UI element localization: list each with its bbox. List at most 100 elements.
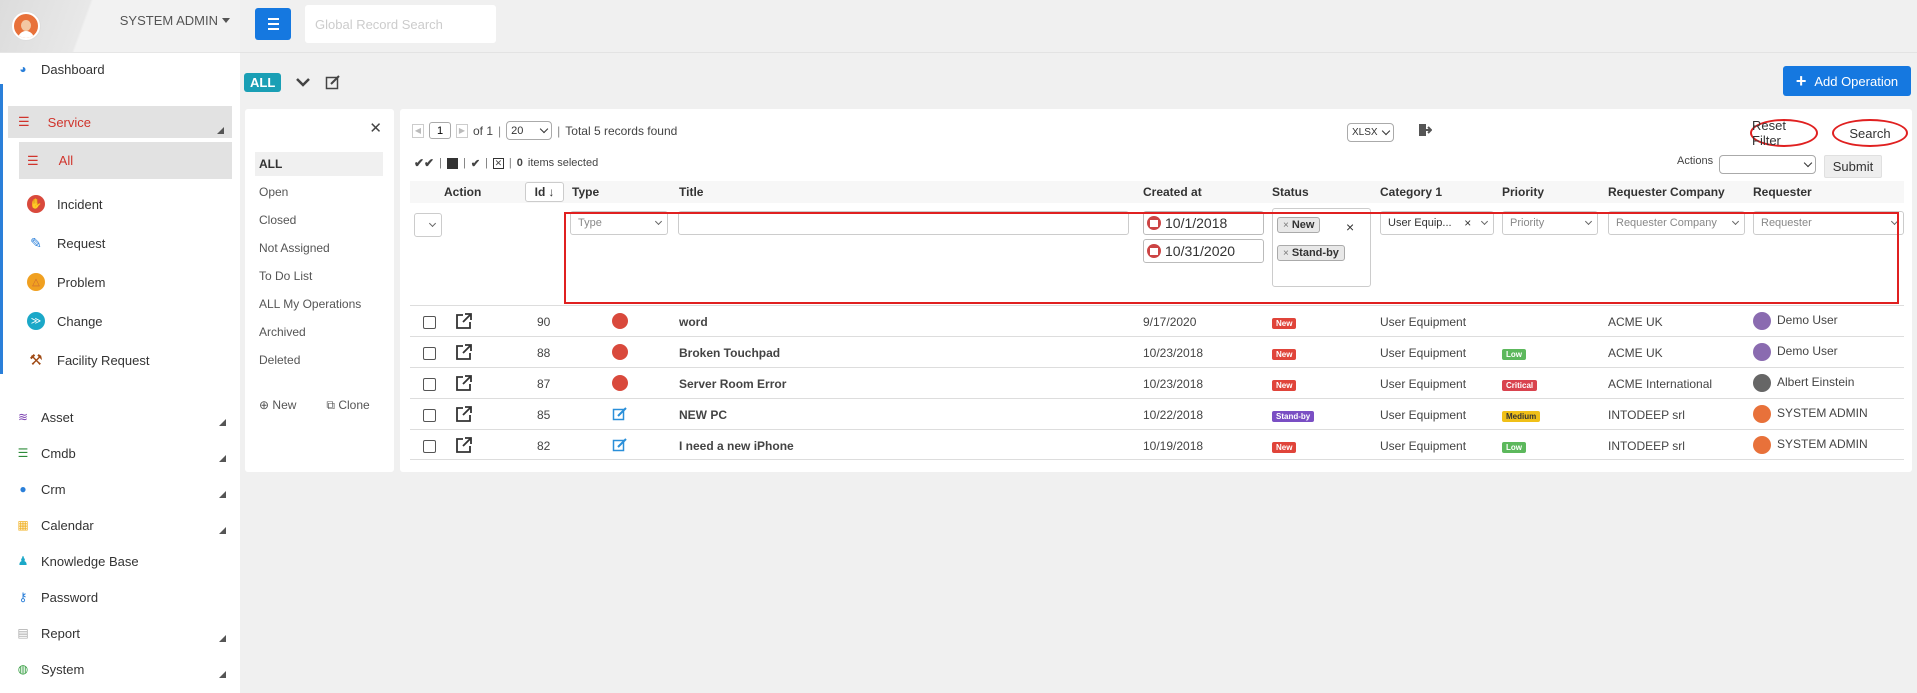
filter-item-to-do-list[interactable]: To Do List (255, 264, 383, 288)
sidebar-item-incident[interactable]: ✋ Incident (27, 189, 103, 219)
all-view-badge[interactable]: ALL (244, 72, 282, 92)
global-search-input[interactable] (305, 5, 496, 43)
menu-toggle-button[interactable] (255, 8, 291, 40)
row-filter-select[interactable] (414, 213, 442, 237)
col-priority[interactable]: Priority (1502, 185, 1544, 199)
page-input[interactable] (429, 122, 451, 139)
filter-item-all[interactable]: ALL (255, 152, 383, 176)
table-row[interactable]: 82 I need a new iPhone 10/19/2018 New Us… (410, 429, 1904, 460)
row-checkbox[interactable] (423, 378, 436, 391)
edit-icon[interactable] (325, 74, 341, 90)
date-from-picker[interactable]: 10/1/2018 (1143, 211, 1264, 235)
clear-selection-icon[interactable]: ✕ (492, 157, 504, 169)
col-company[interactable]: Requester Company (1608, 185, 1725, 199)
sidebar-item-request[interactable]: ✎ Request (27, 228, 105, 258)
next-page-icon[interactable]: ▶ (456, 123, 468, 138)
row-checkbox[interactable] (423, 440, 436, 453)
filter-item-my-operations[interactable]: ALL My Operations (255, 292, 383, 316)
status-tag-new[interactable]: × New (1277, 217, 1321, 233)
priority-filter[interactable]: Priority (1502, 211, 1598, 235)
clear-status-icon[interactable]: × (1346, 219, 1354, 235)
check-icon[interactable]: ✔ (471, 157, 480, 170)
row-checkbox[interactable] (423, 347, 436, 360)
remove-tag-icon[interactable]: × (1283, 220, 1289, 231)
date-to-picker[interactable]: 10/31/2020 (1143, 239, 1264, 263)
category-filter[interactable]: User Equip... × (1380, 211, 1494, 235)
sidebar-item-dashboard[interactable]: ◕ Dashboard (0, 54, 240, 84)
remove-tag-icon[interactable]: × (1283, 248, 1289, 259)
chevron-down-icon[interactable] (295, 76, 311, 88)
company-filter[interactable]: Requester Company (1608, 211, 1745, 235)
filter-item-deleted[interactable]: Deleted (255, 348, 383, 372)
close-icon[interactable]: ✕ (369, 119, 382, 137)
filter-item-open[interactable]: Open (255, 180, 383, 204)
filter-item-closed[interactable]: Closed (255, 208, 383, 232)
table-row[interactable]: 88 Broken Touchpad 10/23/2018 New User E… (410, 336, 1904, 367)
row-title[interactable]: word (679, 315, 708, 329)
filter-item-archived[interactable]: Archived (255, 320, 383, 344)
col-id-sort[interactable]: Id ↓ (525, 182, 564, 202)
open-record-icon[interactable] (455, 374, 473, 392)
sidebar-item-report[interactable]: ▤ Report (0, 618, 240, 648)
row-checkbox[interactable] (423, 316, 436, 329)
col-created[interactable]: Created at (1143, 185, 1202, 199)
type-filter[interactable]: Type (570, 211, 668, 235)
page-size-select[interactable]: 20 (506, 121, 553, 140)
plus-circle-icon: ⊕ (259, 398, 270, 412)
user-menu[interactable]: SYSTEM ADMIN (120, 13, 230, 28)
status-tag-standby[interactable]: × Stand-by (1277, 245, 1345, 261)
sidebar-item-password[interactable]: ⚷ Password (0, 582, 240, 612)
row-title[interactable]: Broken Touchpad (679, 346, 780, 360)
clone-filter-button[interactable]: ⧉ Clone (326, 398, 369, 413)
requester-filter[interactable]: Requester (1753, 211, 1904, 235)
sidebar-item-all[interactable]: ☰ All (19, 142, 232, 179)
service-section: ☰ Service ☰ All ✋ Incident ✎ Request △ P… (0, 84, 240, 374)
clear-category-icon[interactable]: × (1464, 216, 1471, 230)
new-filter-button[interactable]: ⊕ New (259, 398, 296, 413)
type-filter-placeholder: Type (578, 217, 602, 229)
avatar[interactable] (12, 12, 40, 40)
col-category[interactable]: Category 1 (1380, 185, 1442, 199)
export-icon[interactable] (1418, 123, 1432, 137)
actions-select[interactable] (1719, 155, 1816, 174)
uncheck-all-icon[interactable] (446, 157, 458, 169)
export-format-select[interactable]: XLSX (1347, 123, 1394, 142)
add-operation-button[interactable]: + Add Operation (1783, 66, 1911, 96)
sidebar-item-crm[interactable]: ● Crm (0, 474, 240, 504)
sidebar-item-system[interactable]: ◍ System (0, 654, 240, 684)
table-row[interactable]: 90 word 9/17/2020 New User Equipment ACM… (410, 305, 1904, 336)
row-title[interactable]: I need a new iPhone (679, 439, 794, 453)
status-filter[interactable]: × New × × Stand-by (1272, 208, 1371, 287)
open-record-icon[interactable] (455, 405, 473, 423)
col-requester[interactable]: Requester (1753, 185, 1812, 199)
sidebar-item-cmdb[interactable]: ☰ Cmdb (0, 438, 240, 468)
sidebar-item-label: Request (57, 235, 106, 251)
reset-filter-button[interactable]: Reset Filter (1750, 118, 1818, 148)
sidebar-item-problem[interactable]: △ Problem (27, 267, 105, 297)
filter-item-not-assigned[interactable]: Not Assigned (255, 236, 383, 260)
col-status[interactable]: Status (1272, 185, 1309, 199)
check-all-icon[interactable]: ✔✔ (414, 156, 434, 170)
open-record-icon[interactable] (455, 343, 473, 361)
row-checkbox[interactable] (423, 409, 436, 422)
open-record-icon[interactable] (455, 436, 473, 454)
row-title[interactable]: Server Room Error (679, 377, 786, 391)
sidebar-item-calendar[interactable]: ▦ Calendar (0, 510, 240, 540)
table-row[interactable]: 85 NEW PC 10/22/2018 Stand-by User Equip… (410, 398, 1904, 429)
search-button[interactable]: Search (1832, 119, 1908, 147)
sidebar-item-facility-request[interactable]: ⚒ Facility Request (27, 345, 149, 375)
open-record-icon[interactable] (455, 312, 473, 330)
col-type[interactable]: Type (572, 185, 599, 199)
sidebar-item-change[interactable]: ≫ Change (27, 306, 103, 336)
sidebar-item-service[interactable]: ☰ Service (8, 106, 232, 138)
row-title[interactable]: NEW PC (679, 408, 727, 422)
pager: ◀ ▶ of 1 | 20 | Total 5 records found (412, 121, 677, 140)
col-title[interactable]: Title (679, 185, 703, 199)
submit-button[interactable]: Submit (1824, 155, 1882, 178)
title-filter-input[interactable] (678, 211, 1129, 235)
avatar (1753, 312, 1771, 330)
sidebar-item-asset[interactable]: ≋ Asset (0, 402, 240, 432)
table-row[interactable]: 87 Server Room Error 10/23/2018 New User… (410, 367, 1904, 398)
prev-page-icon[interactable]: ◀ (412, 123, 424, 138)
sidebar-item-knowledge-base[interactable]: ♟ Knowledge Base (0, 546, 240, 576)
